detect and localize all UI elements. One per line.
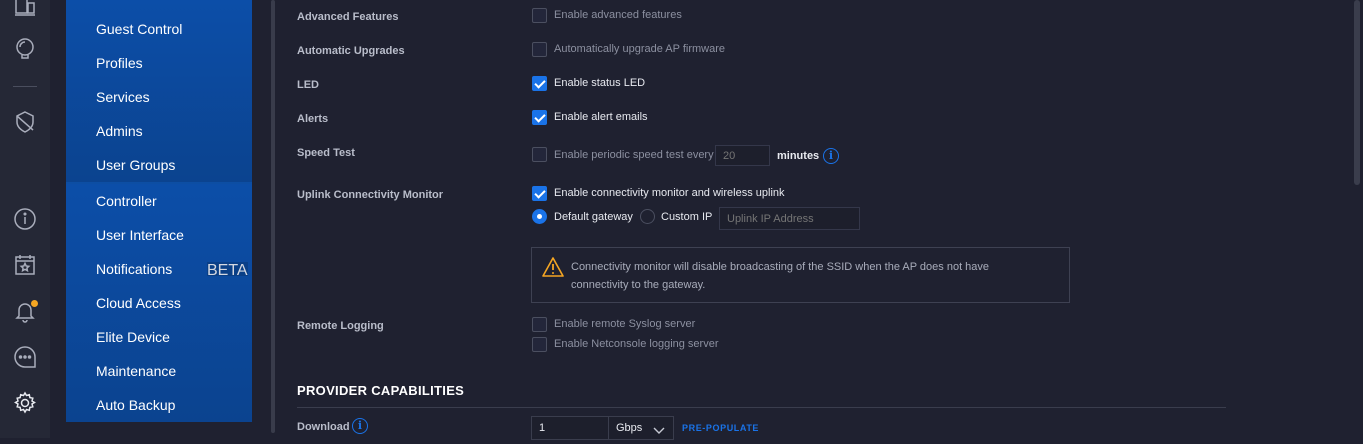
advanced-features-label: Advanced Features: [297, 11, 399, 23]
insights-icon[interactable]: [13, 36, 37, 60]
speed-test-info-icon[interactable]: i: [823, 148, 839, 164]
alerts-label: Alerts: [297, 113, 329, 125]
download-info-icon[interactable]: i: [352, 418, 368, 434]
syslog-text: Enable remote Syslog server: [554, 318, 696, 330]
speed-test-text: Enable periodic speed test every: [554, 149, 714, 161]
prepopulate-link[interactable]: PRE-POPULATE: [682, 423, 759, 433]
nav-group-system: Controller User Interface Notifications …: [66, 184, 252, 422]
download-unit-select[interactable]: Gbps: [608, 416, 674, 440]
rail-divider: [13, 86, 37, 87]
provider-capabilities-heading: PROVIDER CAPABILITIES: [297, 383, 465, 398]
nav-item-admins[interactable]: Admins: [96, 121, 143, 141]
warning-icon: [542, 257, 564, 277]
nav-item-auto-backup[interactable]: Auto Backup: [96, 395, 175, 415]
gear-icon[interactable]: [13, 391, 37, 415]
automatic-upgrades-checkbox[interactable]: [532, 42, 547, 57]
led-label: LED: [297, 79, 319, 91]
uplink-warning-text: Connectivity monitor will disable broadc…: [571, 261, 990, 291]
led-checkbox[interactable]: [532, 76, 547, 91]
custom-ip-radio[interactable]: [640, 209, 655, 224]
download-unit-value: Gbps: [616, 422, 643, 434]
speed-test-unit: minutes: [777, 150, 820, 162]
uplink-warning-box: Connectivity monitor will disable broadc…: [531, 247, 1070, 303]
chevron-down-icon: [653, 422, 665, 434]
notification-dot: [31, 300, 38, 307]
uplink-monitor-text: Enable connectivity monitor and wireless…: [554, 187, 785, 199]
nav-group-site: Guest Control Profiles Services Admins U…: [66, 0, 252, 182]
nav-item-elite-device[interactable]: Elite Device: [96, 327, 170, 347]
devices-icon[interactable]: [13, 0, 37, 18]
netconsole-checkbox[interactable]: [532, 337, 547, 352]
automatic-upgrades-label: Automatic Upgrades: [297, 45, 405, 57]
icon-rail: [0, 0, 50, 438]
default-gateway-text: Default gateway: [554, 211, 633, 223]
beta-badge: BETA: [207, 262, 248, 279]
remote-logging-label: Remote Logging: [297, 320, 384, 332]
led-text: Enable status LED: [554, 77, 646, 89]
uplink-monitor-label: Uplink Connectivity Monitor: [297, 189, 444, 201]
alerts-text: Enable alert emails: [554, 111, 648, 123]
syslog-checkbox[interactable]: [532, 317, 547, 332]
speed-test-label: Speed Test: [297, 147, 355, 159]
nav-item-maintenance[interactable]: Maintenance: [96, 361, 176, 381]
nav-item-cloud-access[interactable]: Cloud Access: [96, 293, 181, 313]
alerts-checkbox[interactable]: [532, 110, 547, 125]
automatic-upgrades-text: Automatically upgrade AP firmware: [554, 43, 725, 55]
advanced-features-checkbox[interactable]: [532, 8, 547, 23]
download-label: Download: [297, 421, 350, 433]
section-divider: [297, 407, 1226, 408]
advanced-features-text: Enable advanced features: [554, 9, 682, 21]
netconsole-text: Enable Netconsole logging server: [554, 338, 719, 350]
default-gateway-radio[interactable]: [532, 209, 547, 224]
uplink-ip-input[interactable]: [719, 207, 860, 230]
nav-item-guest-control[interactable]: Guest Control: [96, 19, 182, 39]
speed-test-checkbox[interactable]: [532, 147, 547, 162]
chat-icon[interactable]: [13, 345, 37, 369]
uplink-monitor-checkbox[interactable]: [532, 186, 547, 201]
shield-icon[interactable]: [13, 110, 37, 134]
nav-scrollbar[interactable]: [271, 0, 275, 433]
custom-ip-text: Custom IP: [661, 211, 713, 223]
content-scrollbar[interactable]: [1354, 0, 1360, 185]
nav-item-user-interface[interactable]: User Interface: [96, 225, 184, 245]
nav-item-controller[interactable]: Controller: [96, 191, 157, 211]
nav-item-user-groups[interactable]: User Groups: [96, 155, 175, 175]
speed-test-interval-input[interactable]: [715, 145, 770, 166]
calendar-star-icon[interactable]: [13, 253, 37, 277]
download-value-input[interactable]: [531, 416, 609, 440]
settings-nav: Guest Control Profiles Services Admins U…: [66, 0, 252, 422]
info-icon[interactable]: [13, 207, 37, 231]
nav-item-services[interactable]: Services: [96, 87, 150, 107]
nav-item-notifications[interactable]: Notifications: [96, 259, 172, 279]
nav-item-profiles[interactable]: Profiles: [96, 53, 143, 73]
